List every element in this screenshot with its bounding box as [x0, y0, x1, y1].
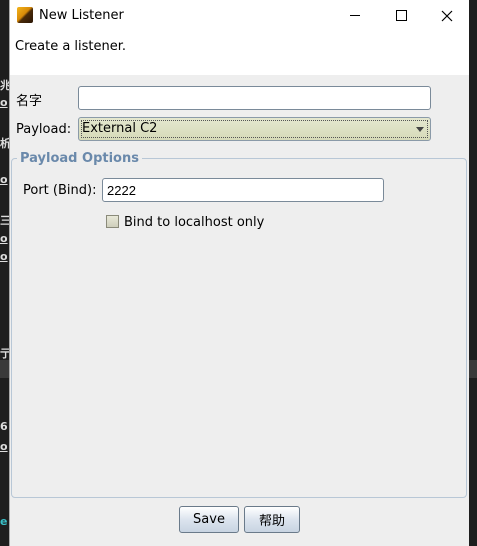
cobalt-strike-app-icon — [17, 7, 33, 23]
port-label: Port (Bind): — [23, 183, 97, 198]
name-input[interactable] — [78, 86, 431, 110]
save-button[interactable]: Save — [179, 506, 239, 533]
minimize-icon — [350, 15, 360, 16]
background-row-highlight-right — [468, 360, 477, 378]
minimize-button[interactable] — [332, 0, 378, 31]
new-listener-dialog: New Listener Create a listener. 名字 Paylo… — [9, 0, 469, 546]
description-panel: Create a listener. — [10, 31, 469, 75]
window-title: New Listener — [39, 8, 124, 23]
dialog-description: Create a listener. — [15, 39, 127, 54]
name-label: 名字 — [16, 94, 43, 109]
close-button[interactable] — [424, 0, 470, 31]
port-input[interactable] — [102, 178, 384, 202]
bind-localhost-label[interactable]: Bind to localhost only — [124, 215, 264, 230]
title-bar[interactable]: New Listener — [10, 0, 469, 31]
maximize-button[interactable] — [378, 0, 424, 31]
close-icon — [441, 10, 453, 21]
payload-select[interactable]: External C2 — [78, 117, 431, 141]
background-app-strip-right — [468, 0, 477, 546]
chevron-down-icon[interactable] — [416, 127, 424, 132]
bind-localhost-checkbox[interactable] — [106, 215, 119, 228]
payload-options-title: Payload Options — [17, 151, 142, 166]
help-button[interactable]: 帮助 — [244, 506, 300, 533]
payload-label: Payload: — [16, 122, 72, 137]
payload-options-group — [11, 158, 467, 498]
maximize-icon — [395, 10, 407, 21]
payload-selected-value: External C2 — [82, 121, 158, 136]
